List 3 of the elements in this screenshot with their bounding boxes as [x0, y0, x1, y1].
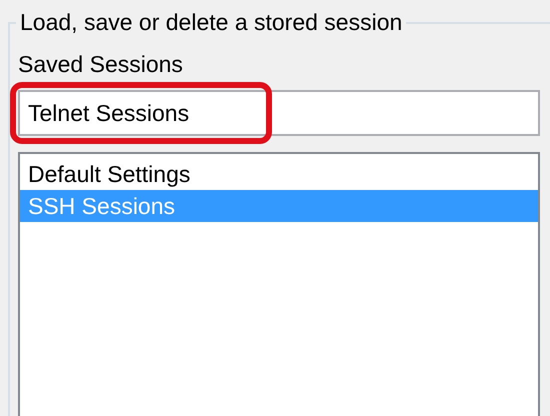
session-name-field[interactable]: Telnet Sessions [18, 90, 540, 136]
session-item[interactable]: Default Settings [20, 158, 538, 190]
saved-sessions-label: Saved Sessions [18, 50, 183, 78]
